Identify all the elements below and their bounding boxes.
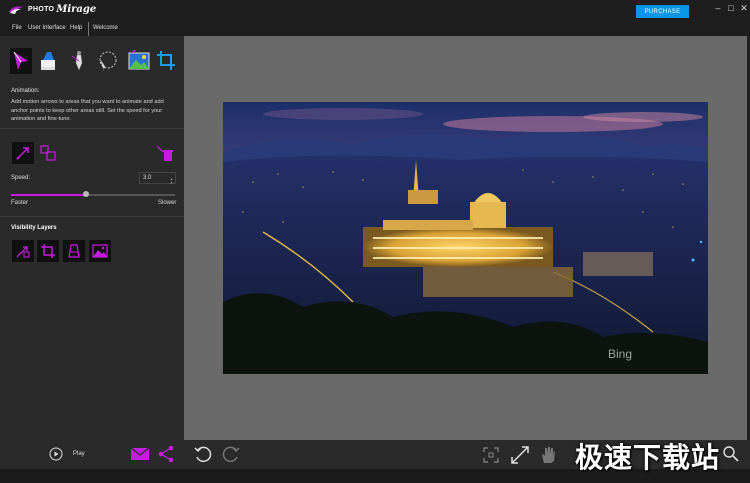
logo-mirage-text: Mirage xyxy=(56,4,97,15)
menu-separator xyxy=(88,22,89,36)
menu-help[interactable]: Help xyxy=(70,25,82,31)
expand-icon xyxy=(511,446,529,464)
slower-label: Slower xyxy=(158,200,177,206)
email-button[interactable] xyxy=(130,446,150,462)
budapest-night-photo: Bing xyxy=(223,102,708,374)
animation-description: Add motion arrows to areas that you want… xyxy=(11,99,164,122)
visibility-mask-button[interactable] xyxy=(63,240,85,262)
animation-layer-icon xyxy=(16,246,30,258)
crop-icon xyxy=(157,51,175,70)
app-logo: PHOTO Mirage xyxy=(8,4,96,15)
speed-slider-thumb[interactable] xyxy=(83,191,90,197)
anchor-point-button[interactable] xyxy=(37,142,59,164)
speed-slider-fill xyxy=(11,194,87,196)
magnifier-icon xyxy=(723,446,739,462)
fit-frame-icon xyxy=(483,447,499,463)
redo-button[interactable] xyxy=(221,445,241,465)
visibility-overlay-button[interactable] xyxy=(89,240,111,262)
speed-label: Speed: xyxy=(11,175,31,181)
bing-watermark: Bing xyxy=(608,347,632,361)
eraser-layer-icon xyxy=(68,244,80,258)
menu-bar: File User Interface Help Welcome xyxy=(0,22,750,36)
menu-user-interface[interactable]: User Interface xyxy=(28,25,66,31)
divider xyxy=(0,128,184,129)
play-button[interactable] xyxy=(49,447,63,461)
anchor-point-icon xyxy=(40,145,56,161)
motion-arrow-icon xyxy=(16,147,29,160)
minimize-button[interactable]: – xyxy=(713,3,723,13)
speed-input[interactable]: 3.0 ▲ ▼ xyxy=(139,172,176,185)
share-button[interactable] xyxy=(157,445,175,463)
site-watermark: 极速下载站 xyxy=(575,441,721,474)
logo-photo-text: PHOTO xyxy=(28,6,55,13)
visibility-layers-title: Visibility Layers xyxy=(11,225,57,231)
play-icon xyxy=(49,447,63,461)
menu-file[interactable]: File xyxy=(12,25,22,31)
photo-canvas[interactable]: Bing xyxy=(223,102,708,374)
menu-welcome[interactable]: Welcome xyxy=(93,25,118,31)
play-label: Play xyxy=(73,451,85,457)
eraser-icon xyxy=(41,52,55,70)
tool-selection-pen[interactable] xyxy=(68,48,90,74)
divider xyxy=(0,216,184,217)
motion-arrow-button[interactable] xyxy=(12,142,34,164)
speed-value: 3.0 xyxy=(143,175,152,181)
purchase-button[interactable]: PURCHASE xyxy=(636,5,689,18)
animation-arrow-icon xyxy=(13,51,28,70)
lasso-icon xyxy=(99,51,117,72)
email-icon xyxy=(130,447,150,460)
tool-animation[interactable] xyxy=(10,48,32,74)
selection-pen-icon xyxy=(71,51,83,71)
tool-overlay[interactable] xyxy=(128,48,150,74)
zoom-button[interactable] xyxy=(722,445,740,463)
title-bar: PHOTO Mirage PURCHASE – □ ✕ xyxy=(0,0,750,22)
image-layer-icon xyxy=(92,244,108,258)
hand-icon xyxy=(542,447,555,463)
visibility-animation-button[interactable] xyxy=(12,240,34,262)
crop-layer-icon xyxy=(41,244,55,258)
logo-swoosh-icon xyxy=(9,6,23,14)
tool-lasso[interactable] xyxy=(96,48,118,74)
visibility-crop-button[interactable] xyxy=(37,240,59,262)
tool-eraser[interactable] xyxy=(37,48,59,74)
fit-to-screen-button[interactable] xyxy=(482,446,500,464)
left-panel: Animation: Add motion arrows to areas th… xyxy=(0,36,184,469)
pan-button[interactable] xyxy=(539,445,557,465)
fullscreen-button[interactable] xyxy=(510,445,530,465)
undo-icon xyxy=(194,446,212,463)
spin-down-icon[interactable]: ▼ xyxy=(170,178,173,188)
canvas-area[interactable]: Bing xyxy=(184,36,747,440)
animation-title: Animation: xyxy=(11,88,40,94)
delete-arrows-button[interactable] xyxy=(154,142,176,164)
redo-icon xyxy=(222,446,240,463)
overlay-image-icon xyxy=(128,50,150,70)
faster-label: Faster xyxy=(11,200,29,206)
tool-crop[interactable] xyxy=(155,48,177,74)
undo-button[interactable] xyxy=(193,445,213,465)
share-icon xyxy=(158,445,174,463)
close-button[interactable]: ✕ xyxy=(739,3,749,14)
trash-icon xyxy=(156,145,173,161)
speed-slider[interactable] xyxy=(11,191,175,197)
maximize-button[interactable]: □ xyxy=(726,3,736,13)
